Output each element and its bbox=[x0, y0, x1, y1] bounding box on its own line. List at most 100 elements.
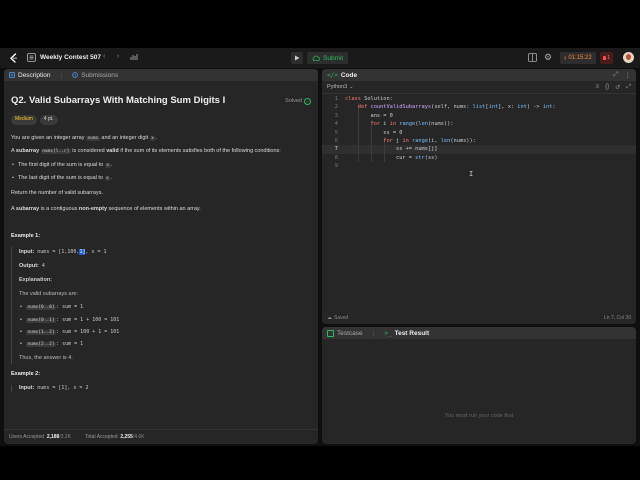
layout-icon[interactable] bbox=[528, 53, 537, 62]
text: if the sum of its elements satisfies bot… bbox=[118, 147, 281, 154]
input-value: , x = 1 bbox=[85, 248, 107, 255]
label: Input: bbox=[19, 248, 35, 255]
text: is considered bbox=[70, 147, 107, 154]
text: : sum = 1 bbox=[56, 304, 84, 311]
code-token: def bbox=[357, 104, 371, 111]
condition-item: The last digit of the sum is equal to x. bbox=[11, 174, 311, 183]
code-token: str bbox=[415, 154, 425, 161]
leetcode-logo-icon[interactable] bbox=[8, 53, 18, 63]
tab-testcase-label: Testcase bbox=[337, 329, 363, 337]
total: /4.6K bbox=[132, 434, 145, 440]
contest-title[interactable]: Weekly Contest 507 bbox=[40, 54, 101, 61]
code-token: int bbox=[517, 104, 527, 111]
timer-value: 01:15:22 bbox=[568, 55, 592, 61]
tab-description-label: Description bbox=[18, 71, 51, 79]
code-token: Solution: bbox=[364, 96, 393, 102]
notification-badge[interactable]: 1 bbox=[600, 52, 613, 64]
run-button[interactable] bbox=[291, 52, 303, 64]
text-cursor-icon: I bbox=[469, 170, 474, 178]
chevron-left-icon[interactable]: ‹ bbox=[103, 53, 105, 60]
description-tabs: Description | Submissions bbox=[4, 69, 318, 81]
inline-code: nums[1..2] bbox=[26, 330, 57, 336]
label: Total Accepted bbox=[85, 434, 118, 440]
braces-icon[interactable]: {} bbox=[605, 84, 609, 91]
tab-description[interactable]: Description bbox=[9, 72, 51, 79]
input-value: nums = [1,100, bbox=[34, 248, 80, 255]
stats-icon[interactable] bbox=[130, 53, 138, 61]
text: : sum = 1 bbox=[56, 341, 84, 348]
tab-submissions-label: Submissions bbox=[81, 71, 119, 79]
text: and an integer digit bbox=[99, 134, 150, 141]
text: : sum = 100 + 1 = 101 bbox=[56, 329, 120, 336]
example-2-input: Input: nums = [1], x = 2 bbox=[19, 385, 311, 392]
submit-button[interactable]: Submit bbox=[307, 52, 349, 64]
code-line[interactable]: 7 ss += nums[j] bbox=[322, 145, 636, 153]
code-line[interactable]: 8 cur = str(ss) bbox=[322, 154, 636, 162]
code-token: ss = 0 bbox=[383, 129, 403, 136]
contest-timer[interactable]: ‹ 01:15:22 bbox=[560, 52, 596, 64]
avatar[interactable] bbox=[623, 52, 634, 63]
code-token: ss += nums[j] bbox=[396, 146, 438, 153]
value: 2,188 bbox=[46, 434, 60, 440]
tab-testcase[interactable]: Testcase bbox=[327, 329, 363, 337]
value: 2,255 bbox=[120, 434, 133, 440]
tab-divider: | bbox=[372, 329, 375, 337]
bold-term: valid bbox=[106, 147, 119, 154]
note-icon[interactable]: ≡ bbox=[596, 84, 600, 91]
line-number: 1 bbox=[334, 96, 338, 102]
run-message: You must run your code first bbox=[444, 413, 514, 419]
input-value: nums = [1], x = 2 bbox=[34, 384, 89, 391]
language-label: Python3 bbox=[327, 84, 348, 90]
maximize-icon[interactable]: ⤢ bbox=[613, 71, 618, 79]
text: . bbox=[110, 174, 112, 181]
language-select[interactable]: Python3 ⌄ bbox=[327, 84, 353, 90]
text: The first digit of the sum is equal to bbox=[18, 162, 105, 169]
code-line[interactable]: 1 class Solution: bbox=[322, 95, 636, 103]
subarray-definition: A subarray is a contiguous non-empty seq… bbox=[11, 206, 311, 213]
text: : sum = 1 + 100 = 101 bbox=[56, 316, 120, 323]
description-panel: Description | Submissions Q2. Valid Suba… bbox=[4, 69, 318, 444]
code-line[interactable]: 2 def countValidSubarrays(self, nums: li… bbox=[322, 103, 636, 111]
code-token: (self, nums: bbox=[431, 104, 473, 111]
inline-code: nums[0..0] bbox=[26, 305, 57, 311]
code-line[interactable]: 5 ss = 0 bbox=[322, 129, 636, 137]
cloud-icon: ☁ bbox=[327, 315, 332, 321]
example-1-input: Input: nums = [1,100,1], x = 1 bbox=[19, 247, 311, 256]
chevron-left-icon: ‹ bbox=[564, 54, 567, 62]
terminal-icon: >_ bbox=[384, 329, 392, 337]
expand-icon[interactable]: ⤢ bbox=[626, 84, 631, 91]
code-token: list bbox=[472, 104, 486, 111]
reset-icon[interactable]: ↺ bbox=[615, 84, 620, 91]
save-status: ☁ Saved bbox=[327, 315, 348, 321]
bold-term: subarray bbox=[15, 205, 40, 212]
code-token: in bbox=[389, 121, 400, 128]
text: You are given an integer array bbox=[11, 134, 87, 141]
code-line[interactable]: 9 bbox=[322, 162, 636, 170]
total: /3.2K bbox=[59, 434, 72, 440]
submit-label: Submit bbox=[323, 54, 344, 62]
code-token: ], x: bbox=[498, 104, 518, 111]
example-1-output: Output: 4 bbox=[19, 263, 311, 270]
more-options-icon[interactable]: ⋮ bbox=[625, 71, 632, 79]
text: . bbox=[110, 162, 113, 169]
problem-list-icon[interactable] bbox=[27, 53, 36, 62]
chevron-right-icon[interactable]: › bbox=[117, 53, 119, 60]
tab-test-result[interactable]: >_ Test Result bbox=[384, 330, 429, 337]
settings-gear-icon[interactable]: ⚙ bbox=[544, 52, 552, 63]
code-editor[interactable]: 1 class Solution: 2 def countValidSubarray… bbox=[322, 95, 636, 265]
code-line[interactable]: 3 ans = 0 bbox=[322, 112, 636, 120]
notification-count: 1 bbox=[606, 55, 611, 61]
tab-submissions[interactable]: Submissions bbox=[72, 72, 118, 79]
tab-code[interactable]: </> Code bbox=[327, 72, 357, 79]
code-token: (nums)): bbox=[427, 121, 454, 128]
code-token: class bbox=[345, 96, 365, 102]
difficulty-badge: Medium bbox=[11, 114, 37, 125]
code-line[interactable]: 4 for i in range(len(nums)): bbox=[322, 120, 636, 128]
code-line[interactable]: 6 for j in range(i, len(nums)): bbox=[322, 137, 636, 145]
code-token: (nums)): bbox=[450, 138, 476, 144]
text: . bbox=[155, 134, 157, 141]
